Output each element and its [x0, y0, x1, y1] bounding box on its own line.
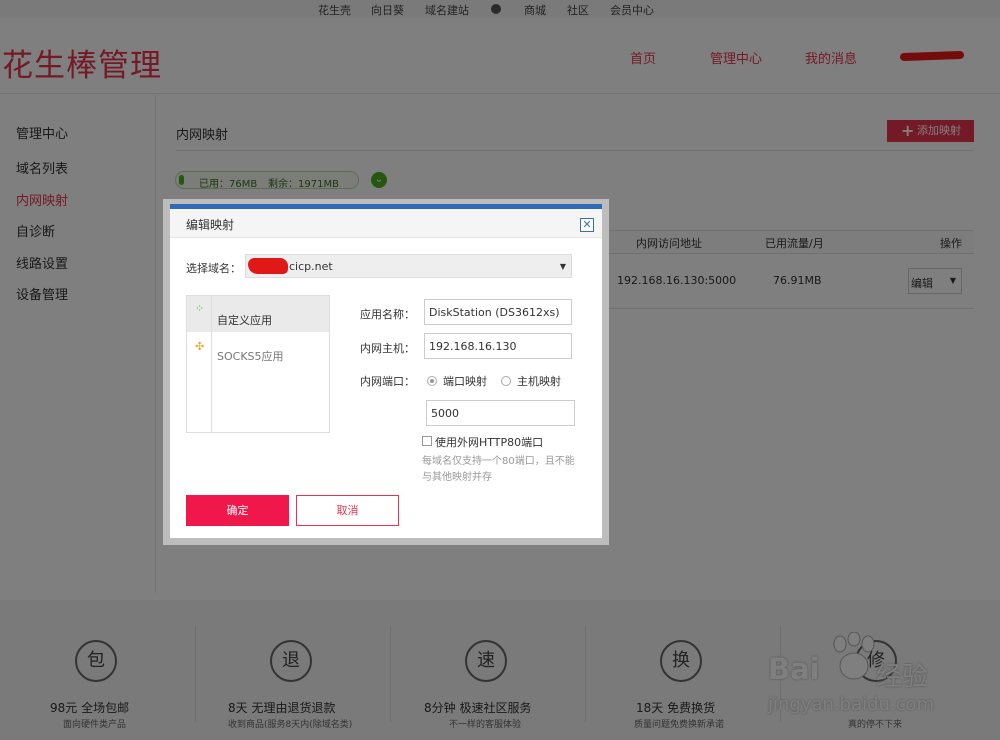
radio-port-mapping-label[interactable]: 端口映射 — [443, 373, 487, 389]
http80-checkbox[interactable] — [422, 436, 432, 446]
app-type-socks5[interactable]: ✣ SOCKS5应用 — [187, 334, 329, 370]
port-input[interactable]: 5000 — [426, 400, 575, 426]
http80-hint: 每域名仅支持一个80端口，且不能与其他映射并存 — [422, 456, 575, 483]
app-type-label: 自定义应用 — [217, 314, 272, 327]
app-name-label: 应用名称： — [360, 308, 415, 321]
domain-select[interactable]: cicp.net ▼ — [245, 254, 572, 278]
host-input[interactable]: 192.168.16.130 — [424, 333, 572, 359]
dialog-title: 编辑映射 — [186, 218, 235, 232]
redacted-domain-prefix — [248, 258, 288, 274]
radio-host-mapping-label[interactable]: 主机映射 — [517, 373, 561, 389]
confirm-button[interactable]: 确定 — [186, 495, 289, 526]
app-type-label: SOCKS5应用 — [217, 350, 284, 363]
port-label: 内网端口： — [360, 375, 415, 388]
host-label: 内网主机： — [360, 342, 415, 355]
cancel-button[interactable]: 取消 — [296, 495, 399, 526]
dialog-header: 编辑映射 ✕ — [170, 209, 602, 238]
edit-mapping-dialog: 编辑映射 ✕ 选择域名： cicp.net ▼ ⁘ 自定义应用 ✣ SOCKS5… — [170, 204, 602, 538]
app-name-input[interactable]: DiskStation (DS3612xs) — [424, 299, 572, 325]
http80-checkbox-label[interactable]: 使用外网HTTP80端口 — [435, 434, 543, 450]
domain-label: 选择域名： — [186, 262, 241, 275]
radio-port-mapping[interactable] — [427, 376, 437, 386]
custom-app-icon: ⁘ — [195, 302, 205, 315]
close-icon[interactable]: ✕ — [580, 218, 594, 232]
radio-host-mapping[interactable] — [501, 376, 511, 386]
dropdown-arrow-icon: ▼ — [559, 262, 566, 271]
app-type-list: ⁘ 自定义应用 ✣ SOCKS5应用 — [186, 295, 330, 433]
socks5-icon: ✣ — [195, 340, 205, 353]
domain-value: cicp.net — [289, 260, 333, 273]
app-type-custom[interactable]: ⁘ 自定义应用 — [187, 296, 329, 332]
app-list-divider — [211, 296, 212, 432]
